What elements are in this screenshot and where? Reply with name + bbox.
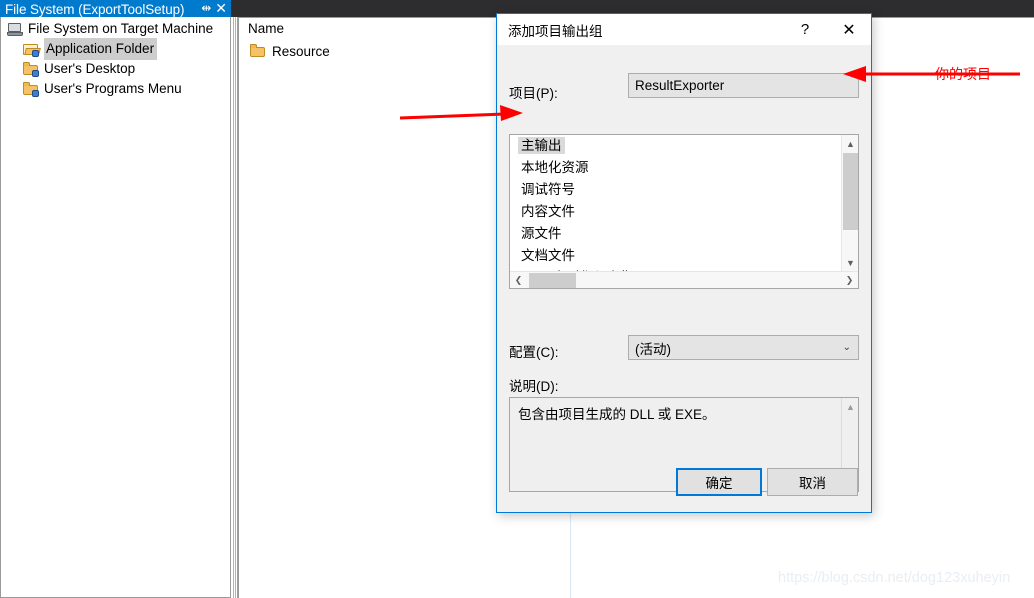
column-header-name: Name xyxy=(248,21,285,36)
scroll-down-icon[interactable]: ▼ xyxy=(842,254,859,271)
list-item-primary-output[interactable]: 主输出 xyxy=(510,135,842,157)
tree-item-label: File System on Target Machine xyxy=(28,21,214,36)
scroll-up-icon[interactable]: ▲ xyxy=(842,135,859,152)
scrollbar-thumb[interactable] xyxy=(529,273,576,288)
scrollbar-thumb[interactable] xyxy=(843,153,858,230)
output-group-list-items: 主输出 本地化资源 调试符号 内容文件 源文件 文档文件 XML xyxy=(510,135,842,271)
close-icon[interactable]: ✕ xyxy=(827,15,871,45)
watermark: https://blog.csdn.net/dog123xuheyin xyxy=(778,570,1011,586)
project-label: 项目(P): xyxy=(509,86,558,101)
configuration-dropdown[interactable]: (活动) ⌄ xyxy=(628,335,859,360)
list-item-debug-symbols[interactable]: 调试符号 xyxy=(510,179,842,201)
add-project-output-group-dialog: 添加项目输出组 ? ✕ 项目(P): ResultExporter 主输出 本地… xyxy=(496,13,872,513)
scroll-left-icon[interactable]: ❮ xyxy=(510,272,527,289)
folder-icon xyxy=(23,61,40,77)
output-group-listbox[interactable]: 主输出 本地化资源 调试符号 内容文件 源文件 文档文件 XML xyxy=(509,134,859,289)
dialog-title: 添加项目输出组 xyxy=(508,23,603,39)
folder-icon xyxy=(250,44,267,59)
list-item-localized-resources[interactable]: 本地化资源 xyxy=(510,157,842,179)
scroll-up-icon[interactable]: ▲ xyxy=(842,398,859,415)
list-item-resource[interactable]: Resource xyxy=(250,44,330,59)
dialog-body: 项目(P): ResultExporter 主输出 本地化资源 调试符号 内容文… xyxy=(497,45,871,512)
list-item-label: 源文件 xyxy=(521,226,562,241)
list-item-label: 文档文件 xyxy=(521,248,575,263)
configuration-value: (活动) xyxy=(635,341,671,357)
list-item-label: 本地化资源 xyxy=(521,160,589,175)
scroll-right-icon[interactable]: ❯ xyxy=(841,272,858,289)
folder-icon xyxy=(23,81,40,97)
tree-item-file-system-on-target-machine[interactable]: File System on Target Machine xyxy=(1,19,230,39)
pin-icon[interactable]: ⇹ xyxy=(201,0,211,17)
splitter-grip xyxy=(233,17,236,598)
computer-icon xyxy=(7,22,24,37)
list-item-label: Resource xyxy=(272,44,330,59)
file-system-tree-pane: File System on Target Machine Applicatio… xyxy=(0,17,231,598)
folder-open-icon xyxy=(23,42,40,57)
ok-button[interactable]: 确定 xyxy=(676,468,762,496)
list-item-content-files[interactable]: 内容文件 xyxy=(510,201,842,223)
listbox-vertical-scrollbar[interactable]: ▲ ▼ xyxy=(841,135,858,271)
list-item-source-files[interactable]: 源文件 xyxy=(510,223,842,245)
document-tab-file-system[interactable]: File System (ExportToolSetup) ⇹ ✕ xyxy=(0,0,231,17)
document-tab-label: File System (ExportToolSetup) xyxy=(5,1,185,17)
list-item-label: 调试符号 xyxy=(521,182,575,197)
cancel-button[interactable]: 取消 xyxy=(767,468,858,496)
help-icon[interactable]: ? xyxy=(783,15,827,45)
listbox-horizontal-scrollbar[interactable]: ❮ ❯ xyxy=(510,271,858,288)
tree-item-label: Application Folder xyxy=(44,38,158,60)
pane-splitter[interactable] xyxy=(231,17,238,598)
list-item-documentation-files[interactable]: 文档文件 xyxy=(510,245,842,267)
configuration-label: 配置(C): xyxy=(509,345,559,360)
tree-item-label: User's Programs Menu xyxy=(44,81,182,96)
list-item-label: 内容文件 xyxy=(521,204,575,219)
project-field-value: ResultExporter xyxy=(635,78,725,93)
dialog-titlebar[interactable]: 添加项目输出组 ? ✕ xyxy=(497,14,871,45)
list-item-label: 主输出 xyxy=(518,137,565,154)
tree-item-users-programs-menu[interactable]: User's Programs Menu xyxy=(1,79,230,99)
tree-item-label: User's Desktop xyxy=(44,61,136,76)
tree-item-application-folder[interactable]: Application Folder xyxy=(1,38,230,60)
project-field[interactable]: ResultExporter xyxy=(628,73,859,98)
description-label: 说明(D): xyxy=(509,379,559,394)
close-icon[interactable]: ✕ xyxy=(215,0,227,17)
chevron-down-icon[interactable]: ⌄ xyxy=(843,336,851,359)
tree-item-users-desktop[interactable]: User's Desktop xyxy=(1,59,230,79)
description-text: 包含由项目生成的 DLL 或 EXE。 xyxy=(518,407,716,422)
